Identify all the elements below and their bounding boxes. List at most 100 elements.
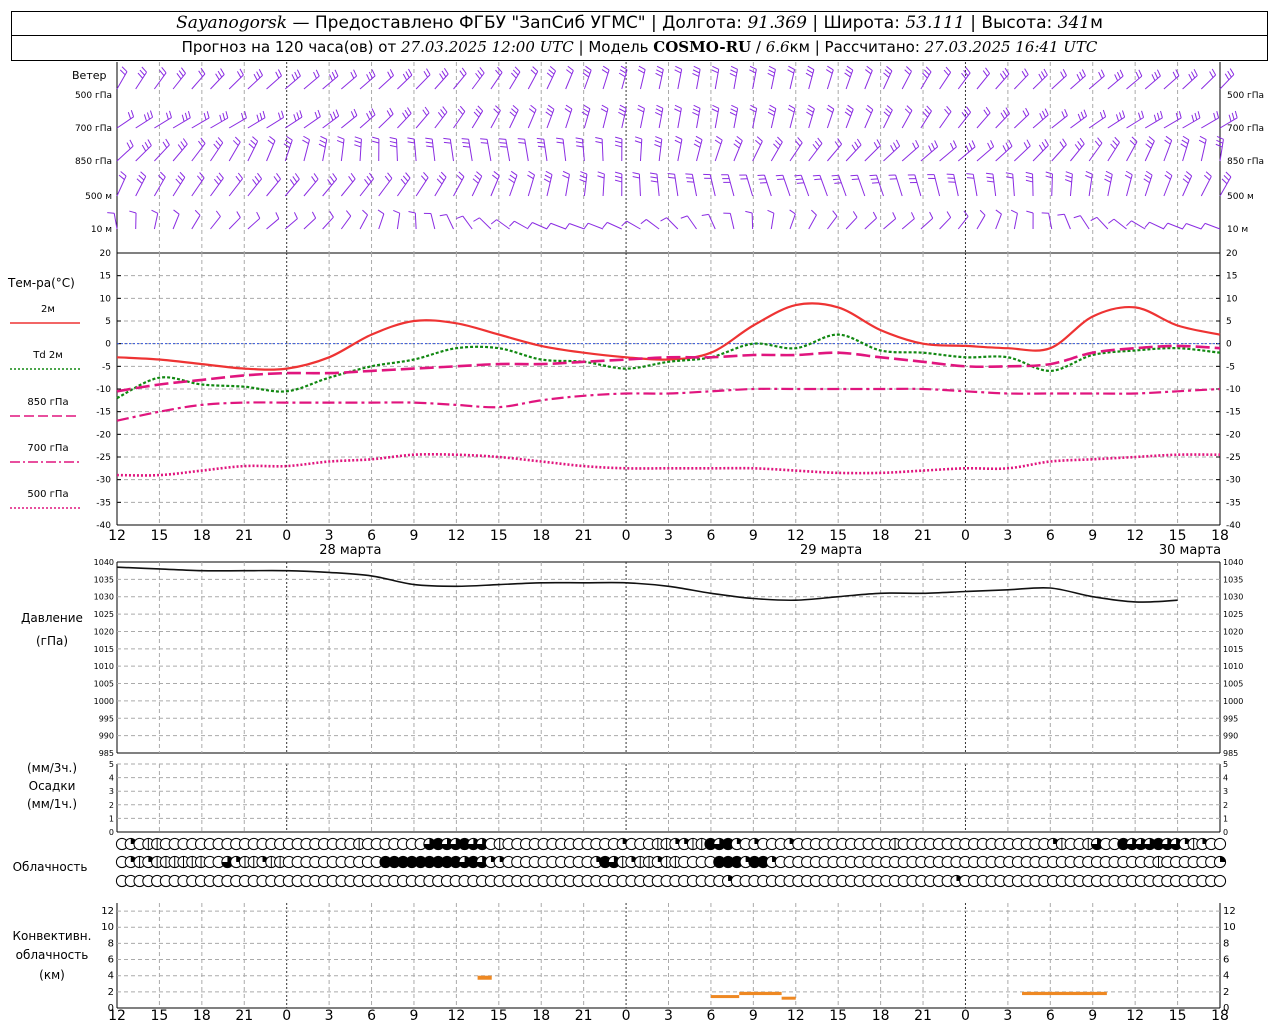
wind-barb-staff	[709, 174, 716, 197]
wind-barb-feather	[745, 210, 753, 214]
temp-tick-label-left: 15	[100, 272, 111, 282]
wind-barb-staff	[1088, 116, 1106, 129]
wind-barb-feather	[1079, 71, 1084, 79]
temp-tick-label-left: -10	[96, 385, 111, 395]
wind-barb-feather	[371, 108, 376, 116]
wind-barb-feather	[787, 69, 795, 74]
precip-tick-label-right: 0	[1223, 828, 1228, 837]
wind-barb-feather	[1188, 73, 1193, 81]
wind-barb-staff	[957, 216, 969, 230]
wind-barb-staff	[845, 109, 854, 129]
wind-barb-staff	[601, 138, 604, 162]
wind-barb-feather	[437, 111, 443, 119]
conv-tick-label-left: 2	[108, 987, 114, 998]
wind-barb-staff	[514, 220, 529, 230]
wind-barb-feather	[548, 69, 555, 75]
wind-barb-staff	[359, 214, 368, 230]
wind-barb-staff	[284, 116, 303, 129]
wind-barb-feather	[393, 209, 400, 214]
wind-barb-feather	[944, 108, 950, 115]
wind-barb-staff	[708, 214, 716, 230]
pressure-tick-label-right: 1000	[1223, 697, 1243, 706]
wind-barb-feather	[509, 174, 516, 180]
wind-barb-feather	[250, 139, 257, 146]
wind-barb-feather	[440, 109, 446, 116]
wind-barb-staff	[247, 117, 266, 129]
wind-barb-feather	[755, 139, 761, 146]
wind-barb-feather	[895, 139, 901, 147]
wind-barb-feather	[497, 66, 503, 73]
wind-barb-feather	[1002, 70, 1007, 78]
wind-barb-feather	[1039, 113, 1044, 120]
series-line-t2m	[116, 302, 1221, 371]
temp-legend-label: 850 гПа	[27, 397, 68, 408]
wind-barb-feather	[806, 111, 813, 117]
wind-barb-feather	[910, 212, 915, 219]
wind-barb-feather	[509, 220, 515, 227]
wind-barb-feather	[808, 104, 815, 110]
wind-barb-feather	[536, 137, 544, 140]
wind-barb-feather	[480, 138, 488, 140]
wind-barb-feather	[462, 145, 470, 148]
convective-cloud-bar	[1022, 991, 1107, 996]
wind-barb-feather	[564, 108, 572, 113]
wind-barb-staff	[939, 72, 952, 90]
hour-tick-label: 15	[490, 528, 508, 544]
wind-barb-feather	[922, 111, 929, 118]
wind-barb-feather	[1199, 135, 1207, 140]
wind-barb-feather	[296, 112, 300, 120]
hour-tick-label-bottom: 21	[235, 1008, 253, 1024]
wind-barb-feather	[614, 175, 622, 179]
wind-barb-staff	[479, 217, 492, 230]
wind-barb-feather	[733, 143, 740, 149]
wind-level-label-right: 700 гПа	[1227, 124, 1264, 134]
wind-barb-feather	[1221, 178, 1228, 185]
wind-barb-feather	[1138, 69, 1143, 77]
wind-barb-feather	[1077, 141, 1083, 148]
wind-barb-feather	[946, 211, 952, 218]
wind-barb-feather	[402, 175, 409, 182]
wind-barb-feather	[1138, 112, 1141, 120]
wind-barb-feather	[986, 180, 994, 183]
wind-barb-feather	[1181, 223, 1187, 230]
wind-barb-feather	[1229, 68, 1235, 75]
pressure-tick-label-right: 1020	[1223, 627, 1243, 636]
wind-barb-feather	[660, 217, 667, 222]
wind-barb-feather	[1125, 170, 1133, 176]
wind-barb-feather	[1081, 69, 1086, 77]
wind-barb-feather	[1041, 110, 1046, 118]
wind-barb-feather	[213, 143, 219, 150]
wind-barb-feather	[422, 109, 428, 116]
pressure-panel-title: Давление	[21, 611, 83, 625]
wind-barb-feather	[1165, 170, 1173, 176]
wind-barb-feather	[581, 111, 589, 117]
wind-barb-staff	[210, 177, 224, 197]
wind-barb-feather	[493, 171, 500, 177]
wind-barb-staff	[135, 71, 147, 90]
wind-barb-staff	[1096, 216, 1109, 230]
wind-barb-feather	[985, 172, 994, 175]
wind-barb-staff	[957, 72, 971, 90]
wind-barb-feather	[405, 71, 410, 78]
wind-barb-feather	[425, 137, 433, 140]
wind-barb-feather	[1135, 71, 1140, 79]
wind-barb-feather	[637, 104, 645, 109]
wind-barb-feather	[595, 140, 603, 144]
wind-barb-feather	[865, 69, 872, 75]
wind-barb-staff	[509, 175, 518, 197]
wind-level-label-left: 500 гПа	[75, 91, 112, 101]
wind-barb-feather	[426, 68, 431, 75]
pressure-tick-label-right: 985	[1223, 749, 1238, 758]
wind-barb-feather	[137, 72, 144, 79]
wind-barb-feather	[602, 222, 608, 229]
wind-barb-feather	[527, 222, 533, 229]
wind-barb-feather	[1145, 170, 1153, 176]
wind-barb-feather	[1191, 114, 1195, 122]
wind-barb-feather	[934, 140, 939, 147]
wind-barb-feather	[1216, 111, 1220, 119]
wind-barb-feather	[146, 112, 151, 120]
wind-barb-feather	[438, 175, 445, 181]
wind-barb-staff	[864, 145, 881, 162]
wind-barb-feather	[165, 112, 169, 120]
wind-barb-feather	[655, 136, 663, 140]
